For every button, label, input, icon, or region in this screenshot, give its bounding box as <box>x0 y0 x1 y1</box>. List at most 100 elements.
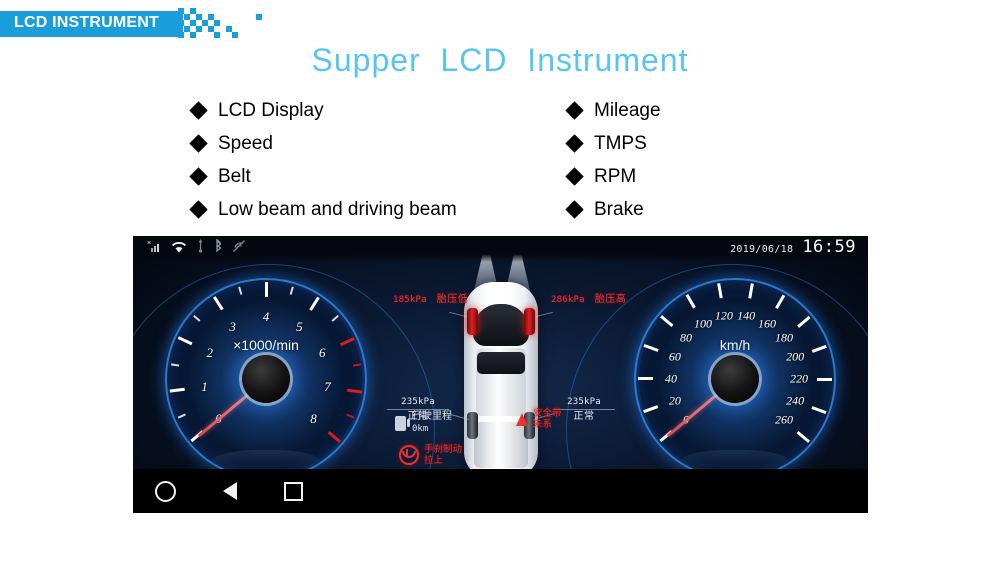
gauge-tick-label: 100 <box>694 316 712 331</box>
seatbelt-warning-line2: 未系 <box>533 419 553 430</box>
handbrake-warning-icon <box>399 445 419 465</box>
status-time: 16:59 <box>802 237 856 257</box>
diamond-bullet-icon <box>189 167 208 186</box>
mileage-text: 行驶里程 0km <box>412 411 452 435</box>
gauge-tick-label: 2 <box>206 344 214 360</box>
feature-label: LCD Display <box>218 99 324 121</box>
gauge-tick-label: 8 <box>310 410 317 426</box>
tpms-pressure-value: 286kPa <box>551 295 585 305</box>
usb-icon <box>196 239 205 258</box>
tachometer-shelf <box>212 450 320 470</box>
mute-icon <box>232 239 246 258</box>
diamond-bullet-icon <box>565 134 584 153</box>
mileage-value: 0km <box>412 424 429 434</box>
tachometer-gauge: ×1000/min 012345678 <box>165 278 367 480</box>
tyre-front-left <box>467 308 478 335</box>
android-navigation-bar <box>133 469 868 513</box>
feature-item: Brake <box>565 193 661 226</box>
gauge-tick-label: 5 <box>296 318 303 334</box>
tachometer-hub <box>242 355 290 403</box>
tpms-status: 胎压高 <box>594 294 627 305</box>
page-title: Supper LCD Instrument <box>311 42 689 78</box>
gauge-tick-label: 80 <box>679 330 692 345</box>
tyre-front-right <box>524 308 535 335</box>
feature-item: TMPS <box>565 127 661 160</box>
recents-square-icon[interactable] <box>284 481 303 501</box>
feature-item: Mileage <box>565 94 661 127</box>
checkered-pattern-icon <box>178 8 272 38</box>
tpms-status: 胎压低 <box>436 294 469 305</box>
feature-label: Brake <box>594 198 644 220</box>
mileage-readout: 行驶里程 0km <box>395 411 452 435</box>
tpms-pressure-value: 185kPa <box>393 295 427 305</box>
status-date: 2019/06/18 <box>730 244 794 255</box>
tpms-status: 正常 <box>573 411 595 422</box>
handbrake-warning-text: 手刹制动 拉上 <box>424 444 462 466</box>
gauge-tick-label: 60 <box>668 349 681 364</box>
signal-bars-no-service-icon: × <box>147 239 162 258</box>
status-bar: × 2019/06/18 16:59 <box>133 236 868 262</box>
feature-label: Belt <box>218 165 251 187</box>
fuel-pump-icon <box>395 415 410 431</box>
speedometer-gauge: km/h 02040608010012014016018020022024026… <box>634 278 836 480</box>
feature-item: Speed <box>189 127 457 160</box>
gauge-tick-label: 4 <box>262 309 270 324</box>
checker-cell <box>232 32 238 38</box>
gauge-tick-label: 240 <box>786 393 805 408</box>
feature-label: TMPS <box>594 132 647 154</box>
gauge-tick-label: 220 <box>790 371 808 386</box>
seatbelt-warning-line1: 安全带 <box>533 408 562 419</box>
feature-item: Low beam and driving beam <box>189 193 457 226</box>
gauge-tick-label: 200 <box>786 349 805 364</box>
feature-label: RPM <box>594 165 637 187</box>
diamond-bullet-icon <box>189 200 208 219</box>
seatbelt-warning: 安全带 未系 <box>513 408 562 430</box>
gauge-tick-label: 120 <box>714 308 733 323</box>
svg-text:×: × <box>147 240 151 247</box>
tpms-pressure-value: 235kPa <box>401 397 435 407</box>
divider <box>553 409 615 410</box>
seatbelt-warning-text: 安全带 未系 <box>533 408 562 430</box>
seatbelt-warning-icon <box>513 412 528 427</box>
feature-item: LCD Display <box>189 94 457 127</box>
tpms-label-front-left: 185kPa 胎压低 <box>393 294 468 306</box>
gauge-tick-label: 3 <box>229 318 236 334</box>
tpms-label-rear-right: 235kPa 正常 <box>553 396 615 423</box>
gauge-tick-label: 6 <box>318 344 326 360</box>
gauge-tick-label: 1 <box>201 379 208 395</box>
mileage-label: 行驶里程 <box>412 411 452 422</box>
checker-cell <box>190 32 196 38</box>
gauge-tick-label: 140 <box>737 308 756 323</box>
divider <box>387 409 449 410</box>
brand-banner: LCD INSTRUMENT <box>0 8 272 38</box>
checker-cell <box>196 26 202 32</box>
tachometer-unit-label: ×1000/min <box>233 336 299 353</box>
feature-item: RPM <box>565 160 661 193</box>
gauge-tick-label: 180 <box>775 330 794 345</box>
diamond-bullet-icon <box>565 200 584 219</box>
diamond-bullet-icon <box>189 101 208 120</box>
feature-item: Belt <box>189 160 457 193</box>
gauge-tick-label: 20 <box>668 393 681 408</box>
feature-label: Mileage <box>594 99 661 121</box>
diamond-bullet-icon <box>189 134 208 153</box>
feature-column-left: LCD Display Speed Belt Low beam and driv… <box>189 94 457 226</box>
speedometer-hub <box>711 355 759 403</box>
checker-cell <box>214 32 220 38</box>
status-bar-icons: × <box>147 238 246 258</box>
feature-column-right: Mileage TMPS RPM Brake <box>565 94 661 226</box>
handbrake-warning-line2: 拉上 <box>424 455 444 466</box>
rear-window <box>477 352 525 374</box>
tpms-pressure-value: 235kPa <box>567 397 601 407</box>
bluetooth-icon <box>214 238 223 258</box>
status-bar-clock: 2019/06/18 16:59 <box>730 237 856 257</box>
back-triangle-icon[interactable] <box>223 482 237 500</box>
gauge-tick-label: 260 <box>775 412 794 427</box>
windshield <box>473 304 529 346</box>
speedometer-unit-label: km/h <box>719 336 751 353</box>
checker-cell <box>178 32 184 38</box>
diamond-bullet-icon <box>565 167 584 186</box>
feature-label: Speed <box>218 132 273 154</box>
home-circle-icon[interactable] <box>155 480 176 502</box>
diamond-bullet-icon <box>565 101 584 120</box>
